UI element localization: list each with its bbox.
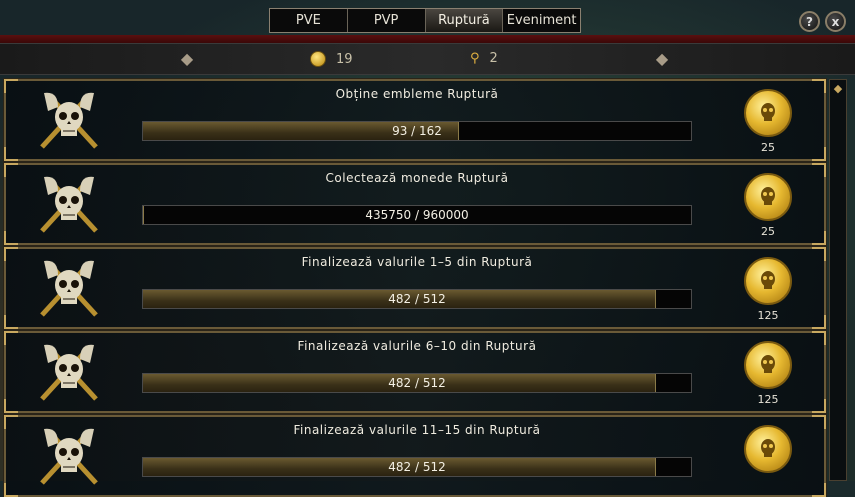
reward-coin-icon xyxy=(744,425,792,473)
quest-card: Finalizează valurile 11–15 din Ruptură 4… xyxy=(3,414,827,497)
corner-ornament xyxy=(4,415,18,429)
corner-ornament xyxy=(812,315,826,329)
skull-crossed-axes-icon xyxy=(40,344,98,401)
skull-crossed-axes-icon xyxy=(40,176,98,233)
corner-ornament xyxy=(812,163,826,177)
right-arrow-icon[interactable]: ◆ xyxy=(655,47,669,69)
reward-coin-icon xyxy=(744,89,792,137)
corner-ornament xyxy=(812,79,826,93)
currency-keys-value: 2 xyxy=(489,51,498,66)
tab-eveniment[interactable]: Eveniment xyxy=(503,9,580,32)
help-button[interactable]: ? xyxy=(799,11,820,32)
reward-coin-icon xyxy=(744,341,792,389)
quest-title: Finalizează valurile 6–10 din Ruptură xyxy=(297,339,537,353)
reward-amount: 125 xyxy=(757,309,779,322)
close-button[interactable]: x xyxy=(825,11,846,32)
skull-crossed-axes-icon xyxy=(40,92,98,149)
header-strip xyxy=(0,35,855,43)
progress-bar: 482 / 512 xyxy=(142,457,692,477)
reward-amount: 125 xyxy=(757,393,779,406)
quest-card: Obține embleme Ruptură 93 / 162 25 xyxy=(3,78,827,162)
progress-bar: 482 / 512 xyxy=(142,289,692,309)
tab-pve[interactable]: PVE xyxy=(270,9,348,32)
quest-card: Finalizează valurile 6–10 din Ruptură 48… xyxy=(3,330,827,414)
corner-ornament xyxy=(4,247,18,261)
reward-amount: 25 xyxy=(761,141,775,154)
skull-crossed-axes-icon xyxy=(40,428,98,485)
quest-title: Finalizează valurile 11–15 din Ruptură xyxy=(293,423,541,437)
corner-ornament xyxy=(812,247,826,261)
progress-text: 482 / 512 xyxy=(388,376,446,390)
reward-coin-icon xyxy=(744,173,792,221)
tab-ruptura[interactable]: Ruptură xyxy=(425,9,504,32)
key-icon: ⚲ xyxy=(470,51,480,66)
progress-text: 482 / 512 xyxy=(388,460,446,474)
progress-text: 435750 / 960000 xyxy=(365,208,469,222)
reward-coin-icon xyxy=(744,257,792,305)
corner-ornament xyxy=(4,147,18,161)
currency-keys: ⚲ 2 xyxy=(470,51,498,66)
corner-ornament xyxy=(4,483,18,497)
quest-title: Finalizează valurile 1–5 din Ruptură xyxy=(301,255,533,269)
corner-ornament xyxy=(812,147,826,161)
currency-emblems: 19 xyxy=(310,51,353,67)
quest-card: Colectează monede Ruptură 435750 / 96000… xyxy=(3,162,827,246)
skull-crossed-axes-icon xyxy=(40,260,98,317)
currency-bar: ◆ 19 ⚲ 2 ◆ xyxy=(0,43,855,75)
quest-title: Obține embleme Ruptură xyxy=(335,87,499,101)
corner-ornament xyxy=(812,331,826,345)
corner-ornament xyxy=(812,399,826,413)
progress-bar: 93 / 162 xyxy=(142,121,692,141)
corner-ornament xyxy=(4,79,18,93)
scroll-handle-icon[interactable]: ◆ xyxy=(832,82,844,98)
corner-ornament xyxy=(812,483,826,497)
corner-ornament xyxy=(4,231,18,245)
corner-ornament xyxy=(4,163,18,177)
corner-ornament xyxy=(812,231,826,245)
left-arrow-icon[interactable]: ◆ xyxy=(180,47,194,69)
corner-ornament xyxy=(4,331,18,345)
corner-ornament xyxy=(812,415,826,429)
scrollbar[interactable]: ◆ xyxy=(829,79,847,481)
progress-text: 93 / 162 xyxy=(392,124,442,138)
progress-bar: 482 / 512 xyxy=(142,373,692,393)
quest-title: Colectează monede Ruptură xyxy=(325,171,509,185)
quest-card: Finalizează valurile 1–5 din Ruptură 482… xyxy=(3,246,827,330)
corner-ornament xyxy=(4,315,18,329)
progress-bar: 435750 / 960000 xyxy=(142,205,692,225)
reward-amount: 25 xyxy=(761,225,775,238)
tab-bar: PVE PVP Ruptură Eveniment xyxy=(269,8,581,33)
currency-emblems-value: 19 xyxy=(336,51,353,67)
tab-pvp[interactable]: PVP xyxy=(348,9,426,32)
progress-text: 482 / 512 xyxy=(388,292,446,306)
emblem-coin-icon xyxy=(310,51,326,67)
corner-ornament xyxy=(4,399,18,413)
